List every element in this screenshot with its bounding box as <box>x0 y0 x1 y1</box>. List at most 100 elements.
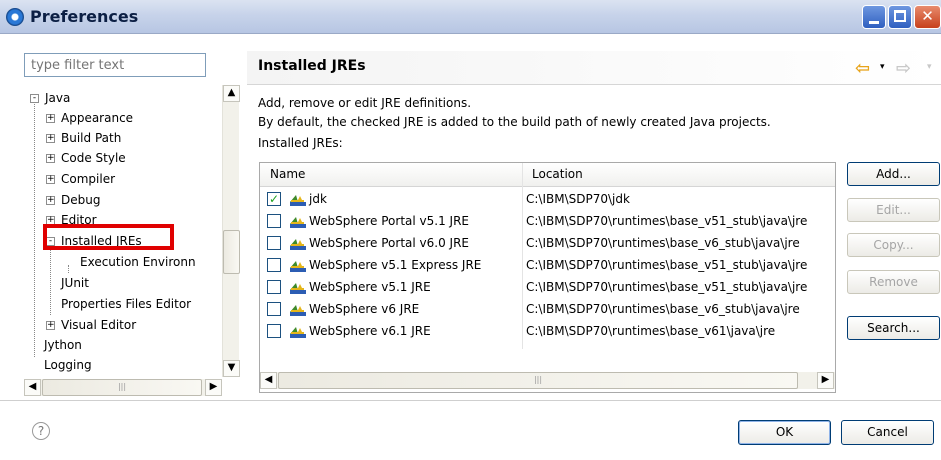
add-button[interactable]: Add... <box>847 162 940 186</box>
jre-checkbox[interactable] <box>267 258 281 272</box>
jre-name: WebSphere Portal v5.1 JRE <box>309 214 470 228</box>
tree-horizontal-scrollbar[interactable]: ◀ ||| ▶ <box>24 379 222 396</box>
page-title: Installed JREs <box>258 58 366 74</box>
scroll-left-button[interactable]: ◀ <box>260 372 277 389</box>
eclipse-app-icon <box>6 8 24 26</box>
scroll-down-button[interactable]: ▼ <box>223 360 240 377</box>
ok-button[interactable]: OK <box>738 420 831 445</box>
jre-name: WebSphere v5.1 JRE <box>309 280 431 294</box>
maximize-button[interactable] <box>888 5 912 29</box>
help-icon[interactable]: ? <box>32 422 50 440</box>
tree-item-properties-files-editor[interactable]: Properties Files Editor <box>61 294 191 314</box>
table-row[interactable]: WebSphere v5.1 JRE C:\IBM\SDP70\runtimes… <box>260 277 835 299</box>
chevron-left-icon: ◀ <box>264 374 273 385</box>
tree-item-label: Logging <box>44 358 92 372</box>
scroll-right-button[interactable]: ▶ <box>817 372 834 389</box>
title-bar[interactable] <box>0 0 941 34</box>
scroll-thumb[interactable]: ||| <box>278 372 798 389</box>
tree-item-label: JUnit <box>61 276 89 290</box>
filter-input[interactable] <box>24 53 206 77</box>
jre-icon <box>290 283 306 294</box>
forward-arrow-icon[interactable]: ⇨ <box>896 58 911 79</box>
column-header-name[interactable]: Name <box>270 167 305 181</box>
expand-icon[interactable]: + <box>46 196 55 205</box>
jre-name: WebSphere v6.1 JRE <box>309 324 431 338</box>
jre-checkbox[interactable] <box>267 302 281 316</box>
jre-location: C:\IBM\SDP70\runtimes\base_v51_stub\java… <box>526 214 808 228</box>
back-arrow-icon[interactable]: ⇦ <box>855 58 870 79</box>
table-row[interactable]: WebSphere v5.1 Express JRE C:\IBM\SDP70\… <box>260 255 835 277</box>
jre-checkbox[interactable]: ✓ <box>267 192 281 206</box>
expand-icon[interactable]: + <box>46 321 55 330</box>
column-header-location[interactable]: Location <box>532 167 583 181</box>
table-row[interactable]: WebSphere v6.1 JRE C:\IBM\SDP70\runtimes… <box>260 321 835 343</box>
description-line-2: By default, the checked JRE is added to … <box>258 115 771 129</box>
search-button[interactable]: Search... <box>847 316 940 340</box>
tree-guide-line <box>50 245 51 315</box>
tree-item-label: Java <box>45 91 71 105</box>
expand-icon[interactable]: + <box>46 154 55 163</box>
highlight-box <box>43 224 174 250</box>
tree-item-junit[interactable]: JUnit <box>61 273 89 293</box>
expand-icon[interactable]: + <box>46 134 55 143</box>
jre-table[interactable]: Name Location ✓ jdk C:\IBM\SDP70\jdk Web… <box>259 162 836 393</box>
tree-item-label: Appearance <box>61 111 134 125</box>
tree-item-execution-environments[interactable]: Execution Environn <box>80 252 196 272</box>
scroll-thumb[interactable] <box>223 230 240 274</box>
table-row[interactable]: WebSphere v6 JRE C:\IBM\SDP70\runtimes\b… <box>260 299 835 321</box>
table-header: Name Location <box>260 163 835 187</box>
forward-dropdown-icon[interactable]: ▾ <box>927 62 932 72</box>
tree-item-label: Build Path <box>61 131 122 145</box>
jre-location: C:\IBM\SDP70\runtimes\base_v51_stub\java… <box>526 258 808 272</box>
back-dropdown-icon[interactable]: ▾ <box>880 62 885 72</box>
scroll-left-button[interactable]: ◀ <box>24 379 41 396</box>
chevron-up-icon: ▲ <box>227 87 236 98</box>
jre-icon <box>290 261 306 272</box>
copy-button[interactable]: Copy... <box>847 233 940 257</box>
expand-icon[interactable]: + <box>46 175 55 184</box>
jre-checkbox[interactable] <box>267 280 281 294</box>
tree-item-logging[interactable]: Logging <box>44 355 92 375</box>
scroll-right-button[interactable]: ▶ <box>205 379 222 396</box>
table-row[interactable]: ✓ jdk C:\IBM\SDP70\jdk <box>260 189 835 211</box>
jre-location: C:\IBM\SDP70\runtimes\base_v51_stub\java… <box>526 280 808 294</box>
grip-icon: ||| <box>117 382 127 391</box>
tree-item-label: Visual Editor <box>61 318 137 332</box>
chevron-left-icon: ◀ <box>28 381 37 392</box>
table-row[interactable]: WebSphere Portal v5.1 JRE C:\IBM\SDP70\r… <box>260 211 835 233</box>
window-title: Preferences <box>30 7 139 26</box>
edit-button[interactable]: Edit... <box>847 198 940 222</box>
scroll-thumb[interactable]: ||| <box>42 379 202 396</box>
jre-checkbox[interactable] <box>267 214 281 228</box>
jre-name: WebSphere v5.1 Express JRE <box>309 258 482 272</box>
tree-guide-line <box>68 265 69 273</box>
scroll-up-button[interactable]: ▲ <box>223 85 240 102</box>
jre-location: C:\IBM\SDP70\jdk <box>526 192 630 206</box>
tree-vertical-scrollbar[interactable]: ▲ ▼ <box>222 85 240 377</box>
expand-icon[interactable]: + <box>46 114 55 123</box>
tree-item-label: Execution Environn <box>80 255 196 269</box>
jre-location: C:\IBM\SDP70\runtimes\base_v6_stub\java\… <box>526 302 800 316</box>
minimize-button[interactable] <box>862 5 886 29</box>
remove-button[interactable]: Remove <box>847 270 940 294</box>
jre-name: WebSphere Portal v6.0 JRE <box>309 236 470 250</box>
jre-checkbox[interactable] <box>267 236 281 250</box>
jre-icon <box>290 217 306 228</box>
chevron-right-icon: ▶ <box>821 374 830 385</box>
jre-icon <box>290 327 306 338</box>
chevron-right-icon: ▶ <box>209 381 218 392</box>
divider <box>0 400 941 401</box>
jre-icon <box>290 195 306 206</box>
jre-location: C:\IBM\SDP70\runtimes\base_v6_stub\java\… <box>526 236 800 250</box>
cancel-button[interactable]: Cancel <box>841 420 934 445</box>
maximize-icon <box>894 10 906 22</box>
collapse-icon[interactable]: - <box>30 94 39 103</box>
table-row[interactable]: WebSphere Portal v6.0 JRE C:\IBM\SDP70\r… <box>260 233 835 255</box>
close-button[interactable]: ✕ <box>914 5 941 29</box>
jre-checkbox[interactable] <box>267 324 281 338</box>
installed-jres-label: Installed JREs: <box>258 136 343 150</box>
grip-icon: ||| <box>533 375 543 384</box>
tree-item-label: Properties Files Editor <box>61 297 192 311</box>
table-horizontal-scrollbar[interactable]: ◀ ||| ▶ <box>260 372 835 389</box>
tree-item-jython[interactable]: Jython <box>44 335 82 355</box>
